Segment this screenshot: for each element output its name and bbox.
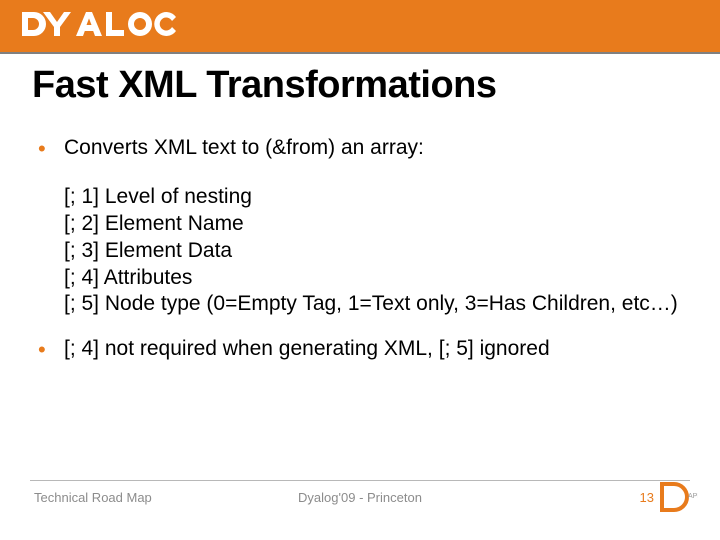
array-columns-block: [; 1] Level of nesting [; 2] Element Nam… [64, 184, 688, 318]
dyalog-logo [18, 6, 178, 42]
sub-line: [; 4] Attributes [64, 265, 688, 292]
bullet-list: [; 4] not required when generating XML, … [32, 336, 688, 363]
sub-line: [; 1] Level of nesting [64, 184, 688, 211]
sub-line: [; 3] Element Data [64, 238, 688, 265]
footer-rule [30, 480, 690, 481]
slide: Fast XML Transformations Converts XML te… [0, 0, 720, 540]
bullet-text: Converts XML text to (&from) an array: [64, 136, 424, 159]
apl-d-icon: APL [660, 482, 698, 512]
bullet-item: Converts XML text to (&from) an array: [32, 135, 688, 162]
footer: Technical Road Map Dyalog'09 - Princeton… [0, 480, 720, 520]
apl-label: APL [688, 493, 698, 500]
footer-center: Dyalog'09 - Princeton [0, 490, 720, 505]
bullet-list: Converts XML text to (&from) an array: [32, 135, 688, 162]
bullet-text: [; 4] not required when generating XML, … [64, 337, 550, 360]
page-number: 13 [640, 490, 654, 505]
bullet-item: [; 4] not required when generating XML, … [32, 336, 688, 363]
sub-line: [; 2] Element Name [64, 211, 688, 238]
page-title: Fast XML Transformations [32, 64, 688, 107]
footer-logo: APL [660, 482, 698, 517]
sub-line: [; 5] Node type (0=Empty Tag, 1=Text onl… [64, 291, 688, 318]
content-area: Fast XML Transformations Converts XML te… [0, 54, 720, 363]
header-bar [0, 0, 720, 52]
